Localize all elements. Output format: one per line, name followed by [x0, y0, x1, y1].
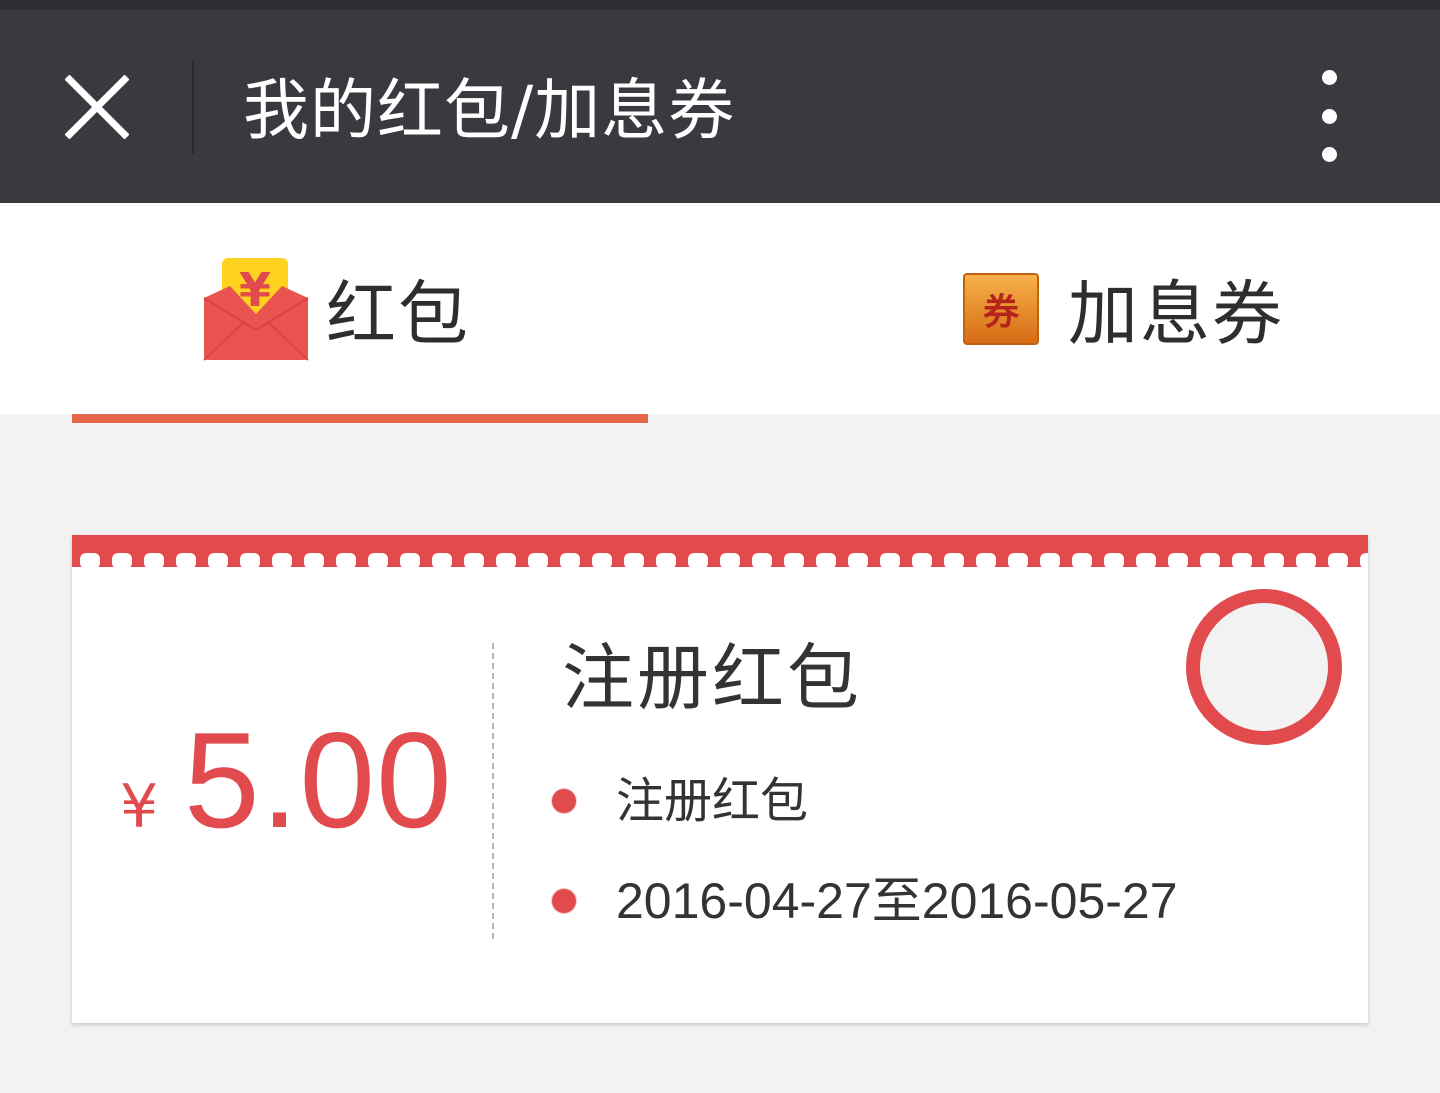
more-vertical-icon-dot	[1321, 147, 1337, 162]
red-envelope-icon: ¥	[203, 257, 309, 361]
tab-bar: ¥ 红包 券 加息券	[0, 203, 1440, 414]
coupon-ticket-icon: 券	[963, 272, 1039, 345]
title-divider	[192, 60, 194, 154]
coupon-detail-row: 注册红包	[552, 771, 808, 831]
bullet-dot-icon	[552, 789, 576, 813]
tab-jiaxi-label: 加息券	[1068, 273, 1284, 355]
tab-hongbao[interactable]: ¥ 红包	[200, 203, 470, 414]
coupon-divider	[492, 643, 494, 939]
currency-symbol: ¥	[120, 772, 159, 842]
coupon-detail-text: 注册红包	[616, 773, 809, 829]
tab-hongbao-label: 红包	[326, 273, 470, 355]
more-vertical-icon	[1321, 70, 1337, 85]
active-tab-indicator	[72, 414, 648, 423]
coupon-validity-text: 2016-04-27至2016-05-27	[616, 873, 1178, 929]
page-title: 我的红包/加息券	[243, 72, 736, 149]
amount-value: 5.00	[184, 704, 453, 856]
more-vertical-icon-dot	[1321, 108, 1337, 124]
status-bar	[0, 0, 1440, 10]
close-icon	[65, 75, 129, 139]
svg-text:券: 券	[983, 292, 1020, 333]
more-menu-button[interactable]	[1294, 66, 1364, 166]
title-bar: 我的红包/加息券	[0, 10, 1440, 203]
coupon-scalloped-edge	[72, 535, 1368, 567]
close-button[interactable]	[50, 60, 144, 154]
bullet-dot-icon	[552, 889, 576, 913]
tab-jiaxi[interactable]: 券 加息券	[962, 203, 1284, 414]
coupon-title: 注册红包	[562, 636, 863, 720]
coupon-amount: ¥ 5.00	[120, 705, 490, 855]
select-radio-icon[interactable]	[1184, 587, 1344, 747]
coupon-validity-row: 2016-04-27至2016-05-27	[552, 871, 1178, 931]
coupon-card[interactable]: ¥ 5.00 注册红包 注册红包 2016-04-27至2016-05-27	[72, 535, 1368, 1023]
